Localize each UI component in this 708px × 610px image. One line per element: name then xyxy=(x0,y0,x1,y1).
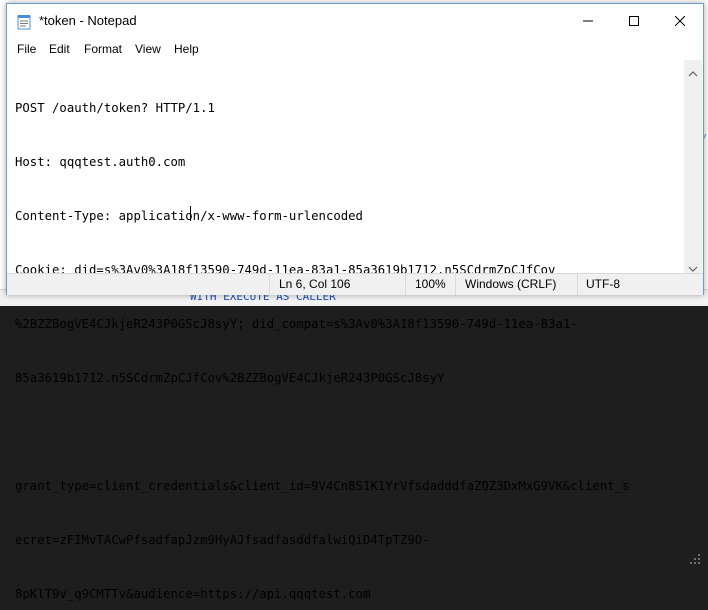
editor-line: Content-Type: application/x-www-form-url… xyxy=(15,209,363,223)
menu-help[interactable]: Help xyxy=(174,42,199,56)
status-divider xyxy=(455,274,456,295)
editor-line: ecret=zFIMvTACwPfsadfapJzm9HyAJfsadfasdd… xyxy=(15,533,430,547)
menu-bar: File Edit Format View Help xyxy=(7,38,703,60)
editor-line: 85a3619b1712.n5SCdrmZpCJfCov%2BZZBogVE4C… xyxy=(15,371,445,385)
editor-line: 8pKlT9v_q9CMTTv&audience=https://api.qqq… xyxy=(15,587,371,601)
scroll-up-icon[interactable] xyxy=(688,64,698,77)
text-editor-area[interactable]: POST /oauth/token? HTTP/1.1 Host: qqqtes… xyxy=(7,60,684,601)
menu-edit[interactable]: Edit xyxy=(49,42,70,56)
editor-text[interactable]: POST /oauth/token? HTTP/1.1 Host: qqqtes… xyxy=(15,63,629,610)
window-title: *token - Notepad xyxy=(39,13,137,28)
close-icon xyxy=(674,11,686,30)
editor-line: Host: qqqtest.auth0.com xyxy=(15,155,186,169)
close-button[interactable] xyxy=(657,4,703,37)
status-divider xyxy=(405,274,406,295)
maximize-button[interactable] xyxy=(611,4,657,37)
status-divider xyxy=(269,274,270,295)
status-line-ending: Windows (CRLF) xyxy=(465,277,557,291)
editor-line: POST /oauth/token? HTTP/1.1 xyxy=(15,101,215,115)
menu-format[interactable]: Format xyxy=(84,42,122,56)
editor-line: %2BZZBogVE4CJkjeR243P0GScJ8syY; did_comp… xyxy=(15,317,578,331)
minimize-icon xyxy=(583,11,593,30)
status-zoom: 100% xyxy=(415,277,446,291)
menu-file[interactable]: File xyxy=(17,42,36,56)
status-cursor-position: Ln 6, Col 106 xyxy=(279,277,351,291)
status-divider xyxy=(577,274,578,295)
minimize-button[interactable] xyxy=(565,4,611,37)
maximize-icon xyxy=(629,11,639,30)
status-encoding: UTF-8 xyxy=(586,277,620,291)
title-bar[interactable]: *token - Notepad xyxy=(7,4,703,37)
notepad-window: *token - Notepad File Edit Format View H… xyxy=(6,3,704,601)
scroll-down-icon[interactable] xyxy=(688,259,698,272)
text-cursor xyxy=(190,206,191,221)
menu-view[interactable]: View xyxy=(135,42,161,56)
notepad-app-icon[interactable] xyxy=(17,14,31,30)
vertical-scrollbar[interactable] xyxy=(684,60,702,273)
editor-line: grant_type=client_credentials&client_id=… xyxy=(15,479,630,493)
status-bar: Ln 6, Col 106 100% Windows (CRLF) UTF-8 xyxy=(7,273,703,564)
resize-grip-icon[interactable] xyxy=(689,550,701,564)
